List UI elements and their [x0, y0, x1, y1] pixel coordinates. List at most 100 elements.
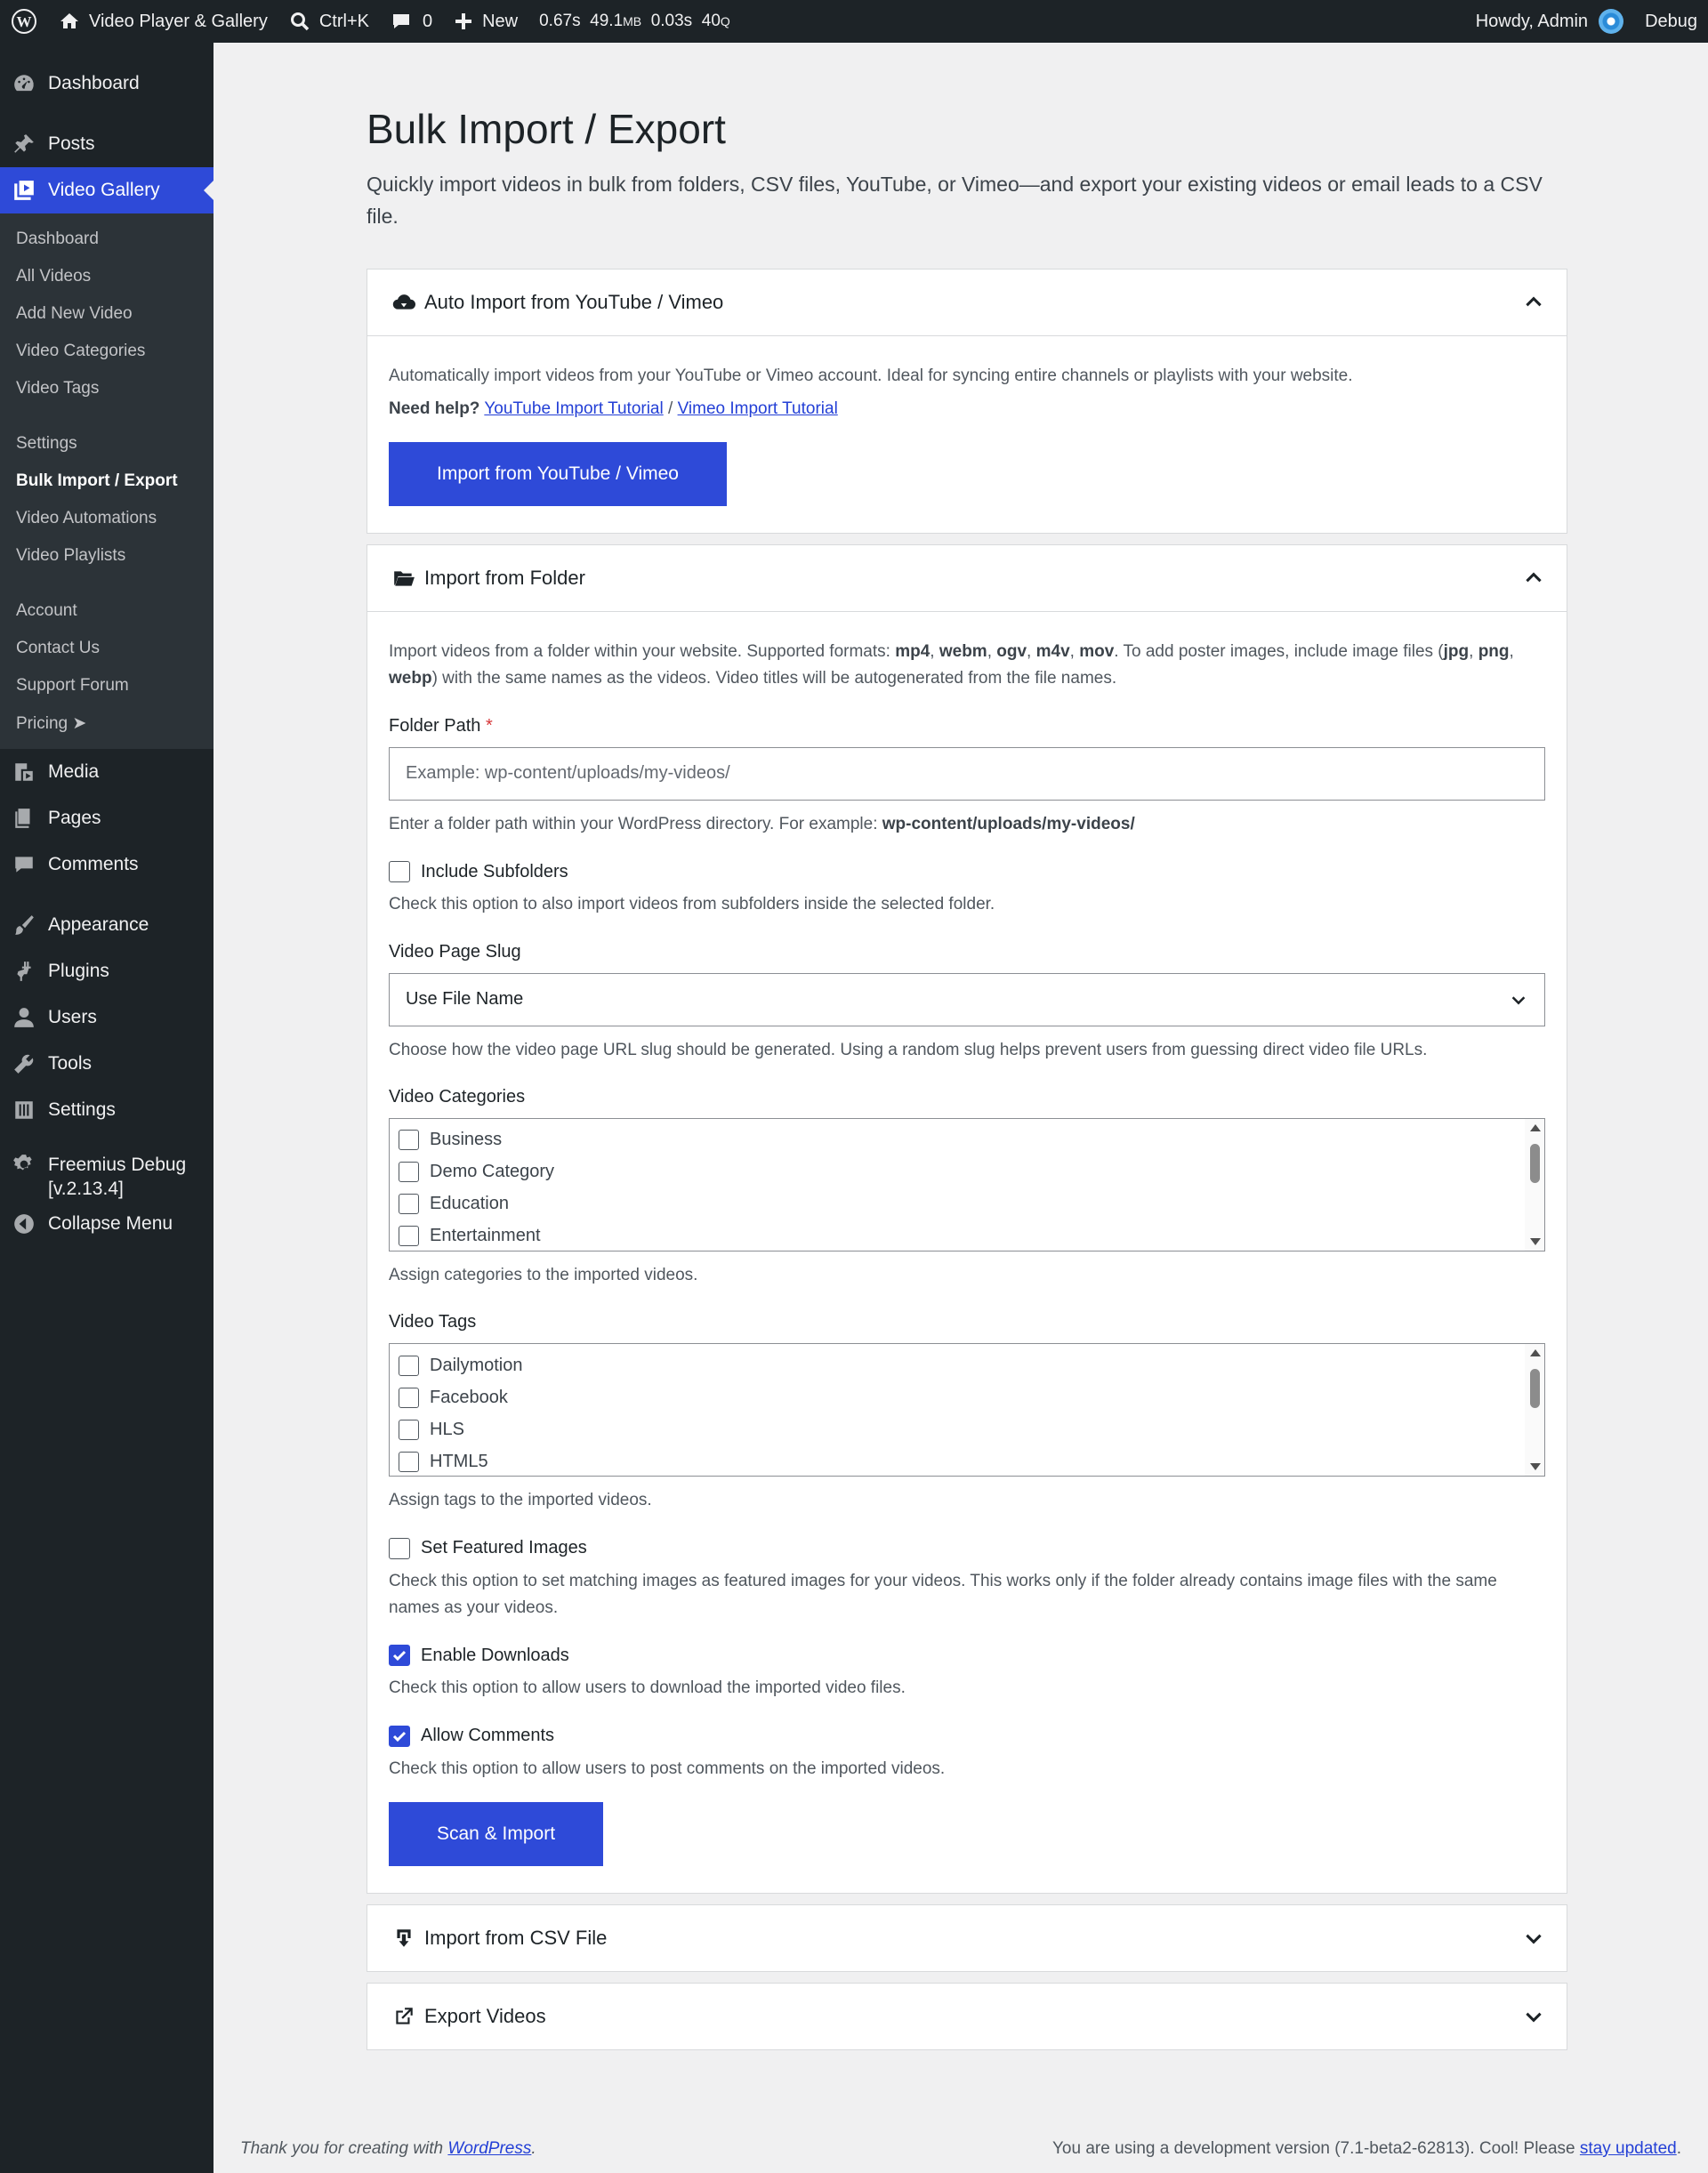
submenu-item-account[interactable]: Account — [0, 592, 214, 630]
pushpin-icon — [14, 134, 34, 153]
slug-select[interactable]: Use File Name — [389, 972, 1545, 1026]
collapse-menu-label: Collapse Menu — [48, 1213, 173, 1234]
include-subfolders-checkbox[interactable] — [389, 861, 410, 883]
tag-item[interactable]: HTML5 — [390, 1445, 1544, 1476]
import-youtube-vimeo-button[interactable]: Import from YouTube / Vimeo — [389, 441, 727, 506]
query-monitor-stats[interactable]: 0.67s 49.1 MB 0.03s 40 Q — [528, 0, 741, 43]
featured-images-option[interactable]: Set Featured Images — [389, 1537, 1545, 1559]
category-item[interactable]: Business — [390, 1124, 1544, 1156]
menu-posts[interactable]: Posts — [0, 121, 214, 167]
folder-path-input[interactable]: Example: wp-content/uploads/my-videos/ — [389, 746, 1545, 801]
youtube-tutorial-link[interactable]: YouTube Import Tutorial — [484, 399, 663, 418]
categories-label: Video Categories — [389, 1086, 526, 1107]
menu-tools[interactable]: Tools — [0, 1041, 214, 1087]
menu-dashboard-label: Dashboard — [48, 73, 140, 93]
export-header[interactable]: Export Videos — [367, 1984, 1567, 2049]
collapse-menu-button[interactable]: Collapse Menu — [0, 1201, 214, 1247]
menu-freemius-debug[interactable]: Freemius Debug [v.2.13.4] — [0, 1147, 214, 1201]
tag-item[interactable]: HLS — [390, 1413, 1544, 1445]
menu-comments[interactable]: Comments — [0, 841, 214, 888]
perf-time: 0.67s — [539, 12, 581, 30]
comments-link[interactable]: 0 — [380, 0, 443, 43]
menu-plugins[interactable]: Plugins — [0, 948, 214, 994]
folder-open-icon — [394, 571, 415, 586]
tag-label: Facebook — [430, 1387, 508, 1407]
tags-checklist[interactable]: Dailymotion Facebook HLS HTML5 — [389, 1343, 1545, 1477]
submenu-item-support-forum[interactable]: Support Forum — [0, 667, 214, 704]
my-account-link[interactable]: Howdy, Admin — [1465, 0, 1634, 43]
submenu-item-settings[interactable]: Settings — [0, 425, 214, 463]
menu-dashboard[interactable]: Dashboard — [0, 60, 214, 107]
debug-link[interactable]: Debug — [1634, 0, 1708, 43]
category-item[interactable]: Education — [390, 1188, 1544, 1220]
folder-import-header[interactable]: Import from Folder — [367, 545, 1567, 611]
category-checkbox[interactable] — [399, 1226, 419, 1247]
slug-label: Video Page Slug — [389, 941, 521, 962]
new-content-link[interactable]: New — [443, 0, 528, 43]
menu-users[interactable]: Users — [0, 994, 214, 1041]
vimeo-tutorial-link[interactable]: Vimeo Import Tutorial — [678, 399, 838, 418]
allow-comments-option[interactable]: Allow Comments — [389, 1725, 1545, 1747]
category-checkbox[interactable] — [399, 1130, 419, 1151]
submenu-item-video-playlists[interactable]: Video Playlists — [0, 537, 214, 575]
slug-help: Choose how the video page URL slug shoul… — [389, 1040, 1428, 1059]
auto-import-header[interactable]: Auto Import from YouTube / Vimeo — [367, 270, 1567, 335]
include-subfolders-option[interactable]: Include Subfolders — [389, 861, 1545, 883]
comments-count: 0 — [422, 11, 433, 31]
stay-updated-link[interactable]: stay updated — [1580, 2139, 1677, 2158]
submenu-item-contact-us[interactable]: Contact Us — [0, 630, 214, 667]
tags-scrollbar[interactable] — [1525, 1344, 1544, 1477]
category-checkbox[interactable] — [399, 1194, 419, 1215]
tag-item[interactable]: Facebook — [390, 1381, 1544, 1413]
tag-checkbox[interactable] — [399, 1419, 419, 1440]
enable-downloads-label: Enable Downloads — [421, 1645, 569, 1665]
category-label: Entertainment — [430, 1226, 541, 1246]
required-mark: * — [485, 715, 493, 736]
submenu-item-video-categories[interactable]: Video Categories — [0, 333, 214, 370]
chevron-up-icon[interactable] — [1522, 567, 1545, 590]
tag-checkbox[interactable] — [399, 1355, 419, 1376]
submenu-item-bulk-import-export[interactable]: Bulk Import / Export — [0, 463, 214, 500]
menu-media[interactable]: Media — [0, 749, 214, 795]
category-checkbox[interactable] — [399, 1162, 419, 1183]
need-help-label: Need help? — [389, 398, 480, 418]
category-item[interactable]: Entertainment — [390, 1220, 1544, 1251]
chevron-up-icon[interactable] — [1522, 291, 1545, 314]
allow-comments-checkbox[interactable] — [389, 1725, 410, 1747]
debug-label: Debug — [1645, 11, 1697, 31]
menu-settings[interactable]: Settings — [0, 1087, 214, 1133]
page-description: Quickly import videos in bulk from folde… — [367, 172, 1543, 229]
scan-import-button[interactable]: Scan & Import — [389, 1802, 604, 1867]
paintbrush-icon — [15, 915, 34, 935]
categories-checklist[interactable]: Business Demo Category Education Enterta… — [389, 1117, 1545, 1251]
chevron-down-icon[interactable] — [1522, 2005, 1545, 2028]
chevron-down-icon[interactable] — [1522, 1927, 1545, 1950]
avatar — [1599, 9, 1624, 34]
submenu-item-dashboard[interactable]: Dashboard — [0, 221, 214, 258]
wordpress-logo-icon[interactable]: W — [0, 0, 48, 43]
tag-item[interactable]: Dailymotion — [390, 1349, 1544, 1381]
tag-checkbox[interactable] — [399, 1451, 419, 1472]
search-button[interactable]: Ctrl+K — [278, 0, 380, 43]
menu-posts-label: Posts — [48, 133, 95, 154]
new-label: New — [482, 11, 519, 31]
auto-import-panel: Auto Import from YouTube / Vimeo Automat… — [367, 269, 1567, 534]
perf-queries-unit: Q — [720, 14, 730, 28]
menu-appearance[interactable]: Appearance — [0, 902, 214, 948]
csv-import-header[interactable]: Import from CSV File — [367, 1905, 1567, 1971]
menu-video-gallery[interactable]: Video Gallery — [0, 167, 214, 213]
submenu-item-add-new-video[interactable]: Add New Video — [0, 295, 214, 333]
submenu-item-video-automations[interactable]: Video Automations — [0, 500, 214, 537]
enable-downloads-option[interactable]: Enable Downloads — [389, 1645, 1545, 1667]
submenu-item-all-videos[interactable]: All Videos — [0, 258, 214, 295]
tag-checkbox[interactable] — [399, 1387, 419, 1408]
menu-pages[interactable]: Pages — [0, 795, 214, 841]
categories-scrollbar[interactable] — [1525, 1118, 1544, 1251]
category-item[interactable]: Demo Category — [390, 1156, 1544, 1188]
site-name-link[interactable]: Video Player & Gallery — [48, 0, 278, 43]
submenu-item-video-tags[interactable]: Video Tags — [0, 370, 214, 407]
featured-images-checkbox[interactable] — [389, 1537, 410, 1559]
submenu-item-pricing[interactable]: Pricing ➤ — [0, 704, 214, 742]
enable-downloads-checkbox[interactable] — [389, 1645, 410, 1667]
wordpress-link[interactable]: WordPress — [447, 2139, 531, 2158]
